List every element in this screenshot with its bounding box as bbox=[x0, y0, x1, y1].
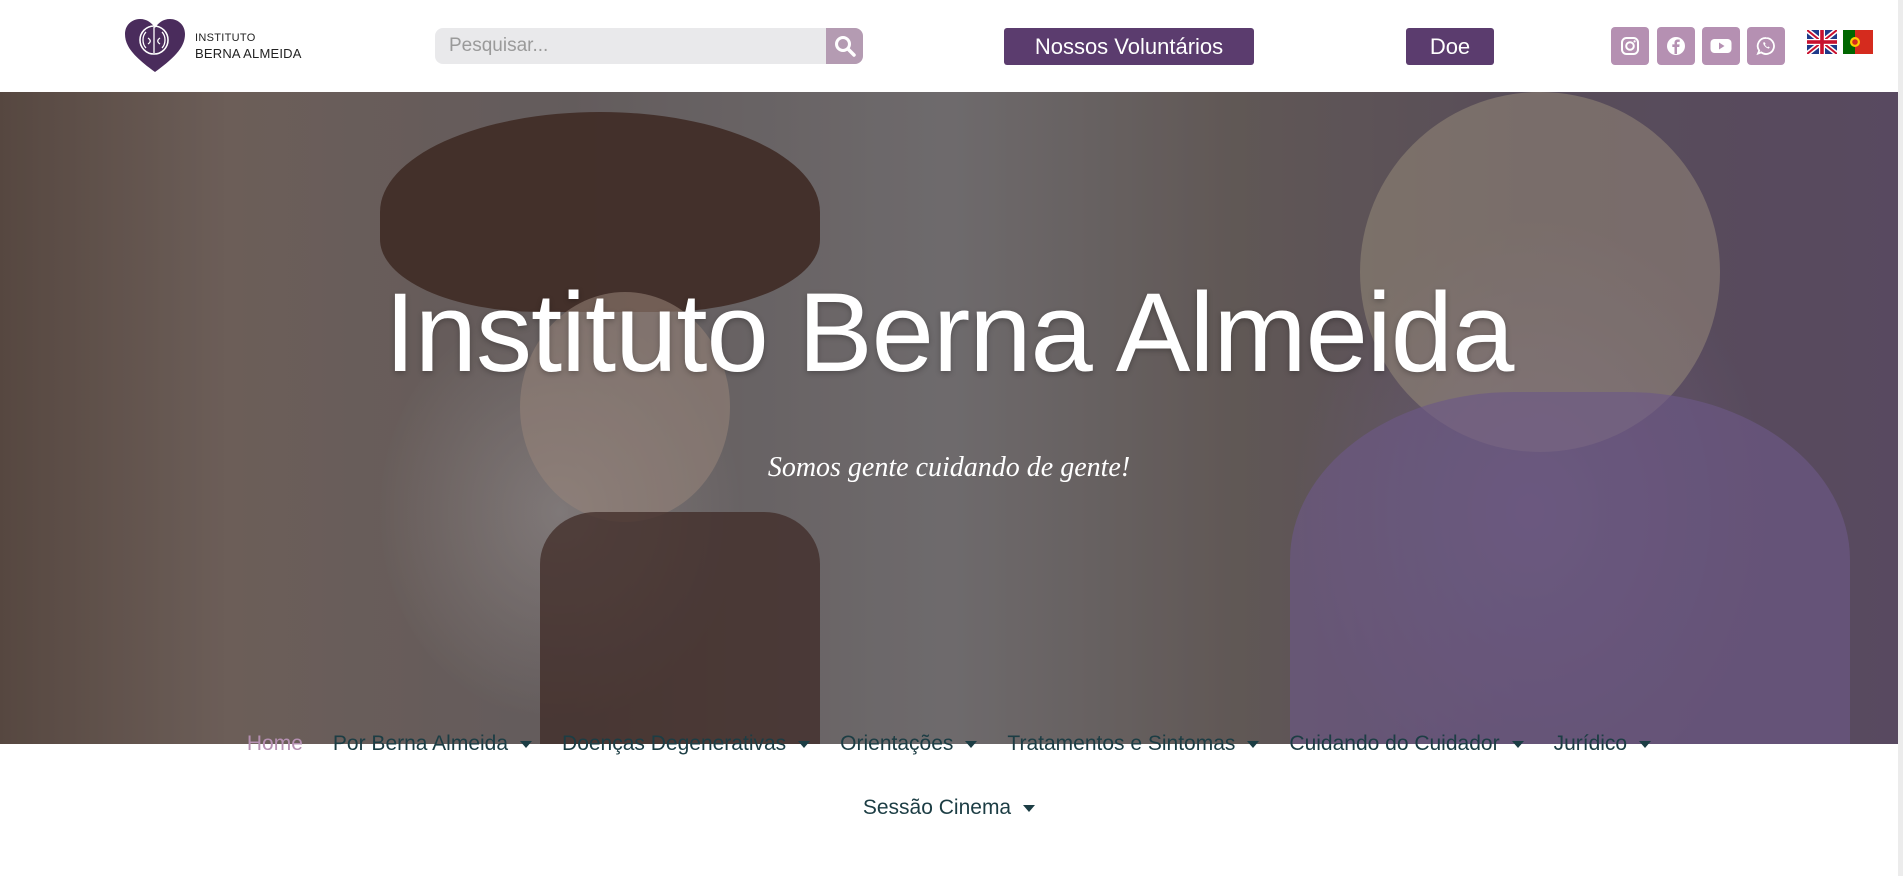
caret-down-icon bbox=[1639, 740, 1652, 748]
youtube-icon bbox=[1710, 39, 1732, 53]
portugal-flag-icon[interactable] bbox=[1843, 30, 1873, 54]
facebook-link[interactable] bbox=[1657, 27, 1695, 65]
page-scrollbar[interactable] bbox=[1898, 0, 1903, 876]
nav-row: Sessão Cinema bbox=[0, 796, 1898, 820]
nav-item-label: Sessão Cinema bbox=[862, 796, 1012, 819]
caret-down-icon bbox=[1023, 804, 1036, 812]
nav-item-por-berna-almeida[interactable]: Por Berna Almeida bbox=[332, 732, 533, 756]
facebook-icon bbox=[1667, 37, 1685, 55]
nav-item-label: Home bbox=[246, 732, 303, 755]
whatsapp-icon bbox=[1756, 37, 1775, 56]
instagram-icon bbox=[1621, 37, 1639, 55]
caret-down-icon bbox=[1511, 740, 1524, 748]
nav-item-doencas-degenerativas[interactable]: Doenças Degenerativas bbox=[562, 732, 811, 756]
logo-line-2: BERNA ALMEIDA bbox=[195, 46, 302, 61]
hero-banner: Instituto Berna Almeida Somos gente cuid… bbox=[0, 92, 1898, 744]
search-form bbox=[435, 28, 863, 64]
nav-item-label: Tratamentos e Sintomas bbox=[1007, 732, 1236, 755]
donate-button[interactable]: Doe bbox=[1406, 28, 1494, 65]
search-input[interactable] bbox=[435, 28, 829, 64]
volunteers-button[interactable]: Nossos Voluntários bbox=[1004, 28, 1254, 65]
nav-item-label: Doenças Degenerativas bbox=[562, 732, 787, 755]
search-icon bbox=[834, 36, 856, 57]
logo-text: INSTITUTO BERNA ALMEIDA bbox=[195, 31, 302, 61]
nav-item-home[interactable]: Home bbox=[247, 732, 303, 756]
nav-item-label: Orientações bbox=[840, 732, 954, 755]
caret-down-icon bbox=[1247, 740, 1260, 748]
uk-flag-icon[interactable] bbox=[1807, 30, 1837, 54]
search-button[interactable] bbox=[826, 28, 863, 64]
nav-item-label: Cuidando do Cuidador bbox=[1289, 732, 1500, 755]
caret-down-icon bbox=[965, 740, 978, 748]
caret-down-icon bbox=[798, 740, 811, 748]
nav-row: Home Por Berna Almeida Doenças Degenerat… bbox=[0, 732, 1898, 756]
nav-item-tratamentos-e-sintomas[interactable]: Tratamentos e Sintomas bbox=[1007, 732, 1260, 756]
site-logo[interactable]: INSTITUTO BERNA ALMEIDA bbox=[123, 18, 302, 74]
nav-item-juridico[interactable]: Jurídico bbox=[1554, 732, 1652, 756]
nav-item-sessao-cinema[interactable]: Sessão Cinema bbox=[862, 796, 1036, 820]
nav-item-cuidando-do-cuidador[interactable]: Cuidando do Cuidador bbox=[1289, 732, 1524, 756]
hero-subtitle: Somos gente cuidando de gente! bbox=[767, 452, 1131, 483]
logo-line-1: INSTITUTO bbox=[195, 32, 256, 44]
hero-overlay bbox=[0, 92, 1898, 744]
heart-brain-logo-icon bbox=[125, 19, 185, 72]
caret-down-icon bbox=[520, 740, 533, 748]
nav-item-label: Jurídico bbox=[1553, 732, 1628, 755]
site-header: INSTITUTO BERNA ALMEIDA Nossos Voluntári… bbox=[0, 0, 1903, 92]
youtube-link[interactable] bbox=[1702, 27, 1740, 65]
instagram-link[interactable] bbox=[1611, 27, 1649, 65]
hero-title: Instituto Berna Almeida bbox=[384, 270, 1515, 395]
whatsapp-link[interactable] bbox=[1747, 27, 1785, 65]
nav-item-label: Por Berna Almeida bbox=[332, 732, 509, 755]
nav-item-orientacoes[interactable]: Orientações bbox=[840, 732, 978, 756]
